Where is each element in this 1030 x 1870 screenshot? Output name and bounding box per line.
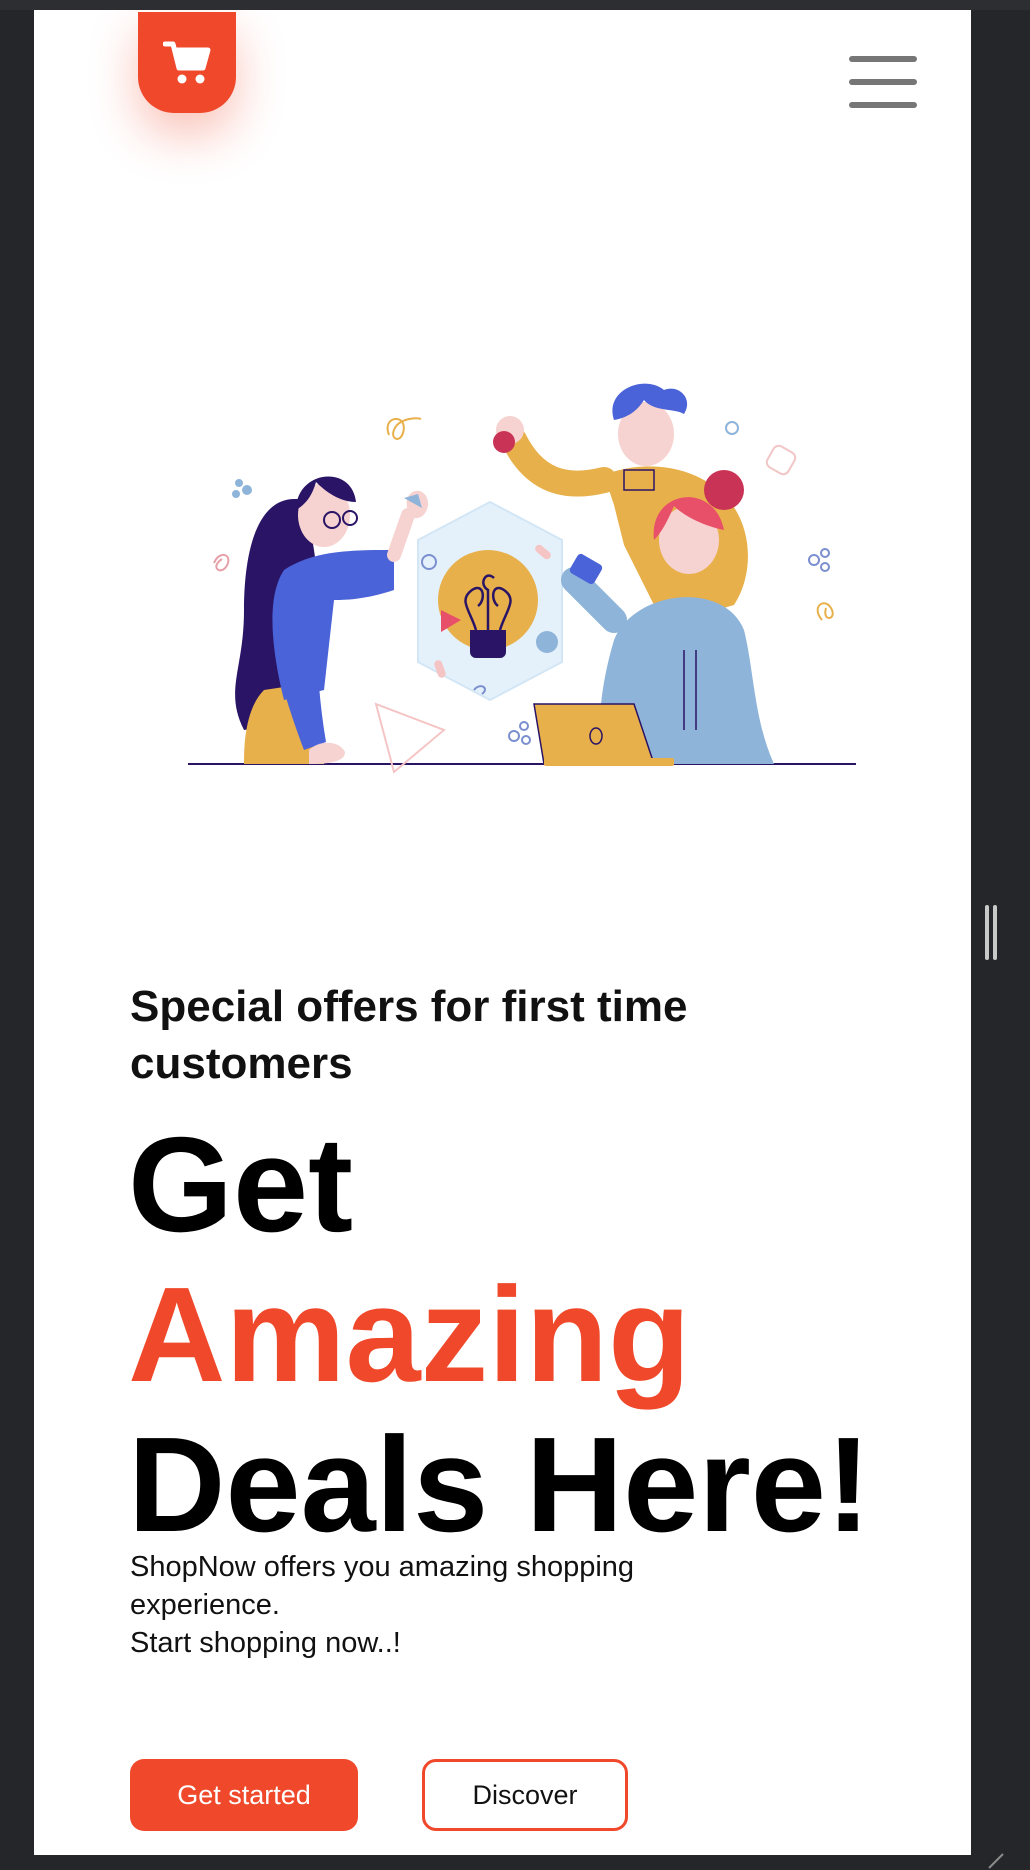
hamburger-menu-icon[interactable] xyxy=(849,56,919,112)
landing-page: Special offers for first time customers … xyxy=(34,10,971,1855)
get-started-button[interactable]: Get started xyxy=(130,1759,358,1831)
resize-corner-icon[interactable] xyxy=(985,1850,1005,1870)
hero-description: ShopNow offers you amazing shopping expe… xyxy=(130,1548,770,1662)
shop-logo-button[interactable] xyxy=(138,12,236,113)
shopping-cart-icon xyxy=(163,41,211,83)
headline-line-deals: Deals Here! xyxy=(128,1409,871,1560)
hero-headline: Get Amazing Deals Here! xyxy=(128,1110,871,1560)
discover-button[interactable]: Discover xyxy=(422,1759,628,1831)
hero-subtitle: Special offers for first time customers xyxy=(130,982,688,1088)
hero-illustration xyxy=(188,383,856,774)
description-line-2: Start shopping now..! xyxy=(130,1627,401,1659)
window-top-strip xyxy=(0,0,1030,10)
description-line-1: ShopNow offers you amazing shopping expe… xyxy=(130,1551,635,1621)
headline-line-get: Get xyxy=(128,1109,354,1260)
headline-accent-amazing: Amazing xyxy=(128,1259,691,1410)
split-resize-handle[interactable] xyxy=(985,905,997,960)
